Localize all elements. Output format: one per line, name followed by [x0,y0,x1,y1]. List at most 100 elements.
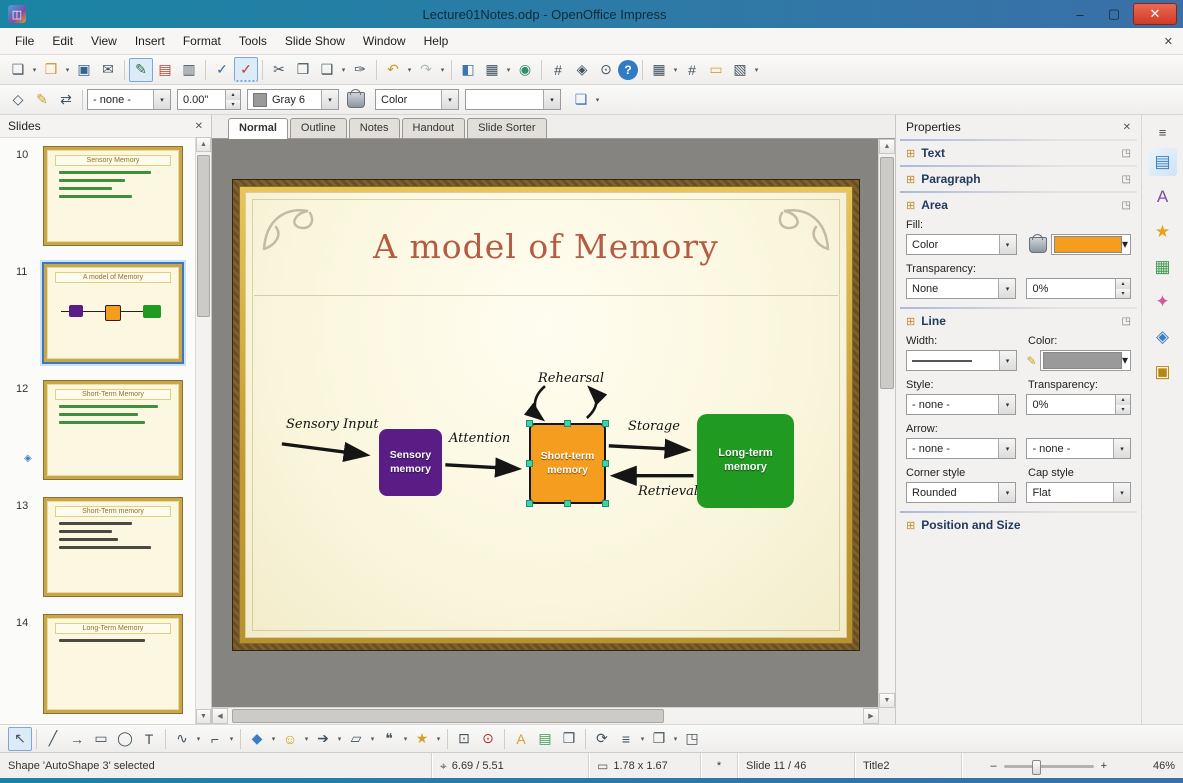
basic-shapes-dropdown-icon[interactable]: ▾ [269,728,278,750]
expand-icon[interactable]: ⊞ [906,199,915,212]
close-document-icon[interactable]: ✕ [1164,35,1173,48]
line-style-select[interactable]: - none - ▾ [87,89,171,110]
scroll-up-icon[interactable]: ▲ [879,139,895,154]
zoom-slider[interactable]: – + [980,753,1117,779]
spin-up-icon[interactable]: ▴ [226,90,240,100]
tab-notes[interactable]: Notes [348,118,400,138]
spin-down-icon[interactable]: ▾ [1116,288,1130,298]
vertical-scrollbar[interactable]: ▲ ▼ [878,139,895,708]
line-properties-icon[interactable]: ✎ [30,88,54,112]
transparency-stepper[interactable]: 0% ▴ ▾ [1026,278,1131,299]
spin-up-icon[interactable]: ▴ [1116,395,1130,405]
arrow-style-icon[interactable]: ⇄ [54,88,78,112]
spin-down-icon[interactable]: ▾ [226,99,240,109]
sidebar-master-tab-icon[interactable]: ▣ [1149,358,1177,386]
selection-handle[interactable] [602,420,609,427]
label-retrieval[interactable]: Retrieval [638,484,698,499]
sensory-memory-box[interactable]: Sensory memory [379,429,442,496]
minimize-button[interactable]: – [1065,4,1095,24]
slide-paper[interactable]: A model of Memory Sensory Input Attentio… [245,192,847,638]
print-icon[interactable]: ▥ [177,58,201,82]
chevron-down-icon[interactable]: ▾ [998,279,1016,298]
stars-tool-icon[interactable]: ★ [410,727,434,751]
selection-handle[interactable] [526,500,533,507]
scroll-up-icon[interactable]: ▲ [196,137,211,152]
callouts-tool-icon[interactable]: ❝ [377,727,401,751]
flowchart-tool-icon[interactable]: ▱ [344,727,368,751]
selection-handle[interactable] [526,459,533,467]
area-style-icon[interactable] [347,88,365,108]
zoom-percent[interactable]: 46% [1117,753,1183,779]
arrange-tool-icon[interactable]: ❐ [647,727,671,751]
chart-icon[interactable]: ◧ [456,58,480,82]
selection-handle[interactable] [602,500,609,507]
scrollbar-thumb[interactable] [232,709,664,723]
text-dialog-launcher-icon[interactable]: ◳ [1122,148,1131,159]
paragraph-dialog-launcher-icon[interactable]: ◳ [1122,174,1131,185]
zoom-in-icon[interactable]: + [1101,760,1107,772]
slide-12-thumbnail[interactable]: Short-Term Memory [43,380,183,480]
pdf-icon[interactable]: ▤ [153,58,177,82]
glue-points-tool-icon[interactable]: ⊙ [476,727,500,751]
basic-shapes-tool-icon[interactable]: ◆ [245,727,269,751]
selection-handle[interactable] [563,500,571,507]
section-position-size[interactable]: ⊞ Position and Size [896,513,1141,537]
open-dropdown-icon[interactable]: ▾ [63,59,72,81]
scroll-down-icon[interactable]: ▼ [196,709,211,724]
horizontal-scrollbar[interactable]: ◀ ▶ [212,707,879,724]
chevron-down-icon[interactable]: ▾ [998,235,1016,254]
properties-close-icon[interactable]: ✕ [1123,122,1131,133]
grid-icon[interactable]: # [546,58,570,82]
block-arrows-dropdown-icon[interactable]: ▾ [335,728,344,750]
copy-icon[interactable]: ❐ [291,58,315,82]
chevron-down-icon[interactable]: ▾ [441,90,458,109]
select-tool-icon[interactable]: ↖ [8,726,32,751]
line-color-select[interactable]: Gray 6 ▾ [247,89,339,110]
menu-file[interactable]: File [6,30,43,52]
slide-13-thumbnail[interactable]: Short-Term memory [43,497,183,597]
spin-up-icon[interactable]: ▴ [1116,279,1130,289]
chevron-down-icon[interactable]: ▾ [153,90,170,109]
menu-format[interactable]: Format [174,30,230,52]
table-dropdown-icon[interactable]: ▾ [504,59,513,81]
maximize-button[interactable]: ▢ [1099,4,1129,24]
spelling-icon[interactable]: ✓ [210,58,234,82]
menu-view[interactable]: View [82,30,126,52]
section-paragraph[interactable]: ⊞ Paragraph ◳ [896,167,1141,191]
sidebar-styles-tab-icon[interactable]: A [1149,183,1177,211]
paste-dropdown-icon[interactable]: ▾ [339,59,348,81]
slide-10-thumbnail[interactable]: Sensory Memory [43,146,183,246]
menu-slide-show[interactable]: Slide Show [276,30,354,52]
slide-14-thumbnail[interactable]: Long-Term Memory [43,614,183,714]
hyperlink-icon[interactable]: ◉ [513,58,537,82]
clone-formatting-icon[interactable]: ✑ [348,58,372,82]
chevron-down-icon[interactable]: ▾ [998,395,1016,414]
line-style-select[interactable]: - none - ▾ [906,394,1017,415]
tab-normal[interactable]: Normal [228,118,288,139]
email-icon[interactable]: ✉ [96,58,120,82]
align-dropdown-icon[interactable]: ▾ [638,728,647,750]
tab-handout[interactable]: Handout [401,118,466,138]
menu-insert[interactable]: Insert [126,30,174,52]
toolbar-overflow-icon[interactable]: ▾ [752,59,761,81]
navigator-icon[interactable]: ◈ [570,58,594,82]
smiley-tool-icon[interactable]: ☺ [278,727,302,751]
expand-icon[interactable]: ⊞ [906,147,915,160]
autospellcheck-icon[interactable]: ✓ [234,57,258,82]
connector-dropdown-icon[interactable]: ▾ [227,728,236,750]
menu-edit[interactable]: Edit [43,30,82,52]
undo-icon[interactable]: ↶ [381,58,405,82]
open-icon[interactable]: ❒ [39,58,63,82]
rotate-tool-icon[interactable]: ⟳ [590,727,614,751]
shadow-icon[interactable]: ❏ [569,88,593,112]
insert-table-dropdown-icon[interactable]: ▾ [671,59,680,81]
chevron-down-icon[interactable]: ▾ [543,90,560,109]
toolbar-overflow-icon[interactable]: ▾ [593,89,602,111]
sidebar-menu-icon[interactable]: ≡ [1149,123,1177,141]
chevron-down-icon[interactable]: ▾ [321,90,338,109]
undo-dropdown-icon[interactable]: ▾ [405,59,414,81]
arrow-tool-icon[interactable]: → [65,727,89,751]
selection-handle[interactable] [563,420,571,427]
line-width-stepper[interactable]: 0.00" ▴ ▾ [177,89,241,110]
section-text[interactable]: ⊞ Text ◳ [896,141,1141,165]
